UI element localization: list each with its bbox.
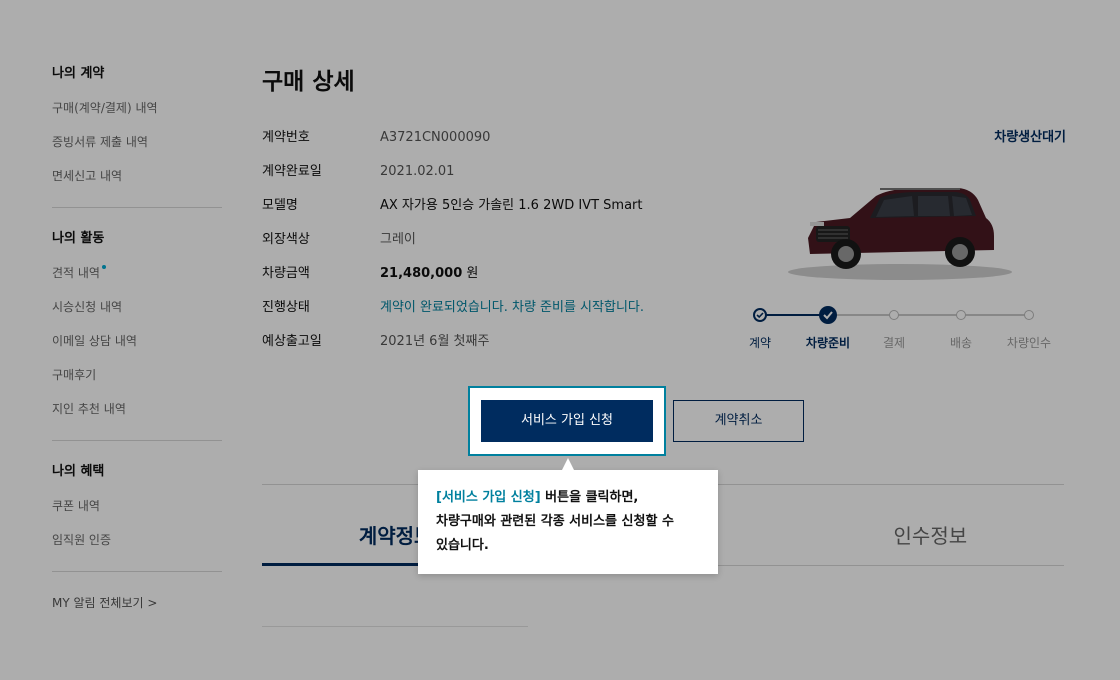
- tooltip-arrow: [562, 458, 574, 470]
- tooltip-highlight: [서비스 가입 신청]: [436, 490, 541, 505]
- service-signup-button[interactable]: 서비스 가입 신청: [481, 400, 653, 442]
- coachmark-tooltip: [서비스 가입 신청] 버튼을 클릭하면, 차량구매와 관련된 각종 서비스를 …: [418, 458, 718, 574]
- dim-overlay[interactable]: [0, 0, 1120, 680]
- tooltip-text: [서비스 가입 신청] 버튼을 클릭하면,: [436, 486, 700, 510]
- coachmark-highlight: 서비스 가입 신청: [468, 386, 666, 456]
- tooltip-line-1: 버튼을 클릭하면,: [540, 490, 639, 505]
- tooltip-line-3: 있습니다.: [436, 538, 489, 553]
- tooltip-line-2: 차량구매와 관련된 각종 서비스를 신청할 수: [436, 514, 674, 529]
